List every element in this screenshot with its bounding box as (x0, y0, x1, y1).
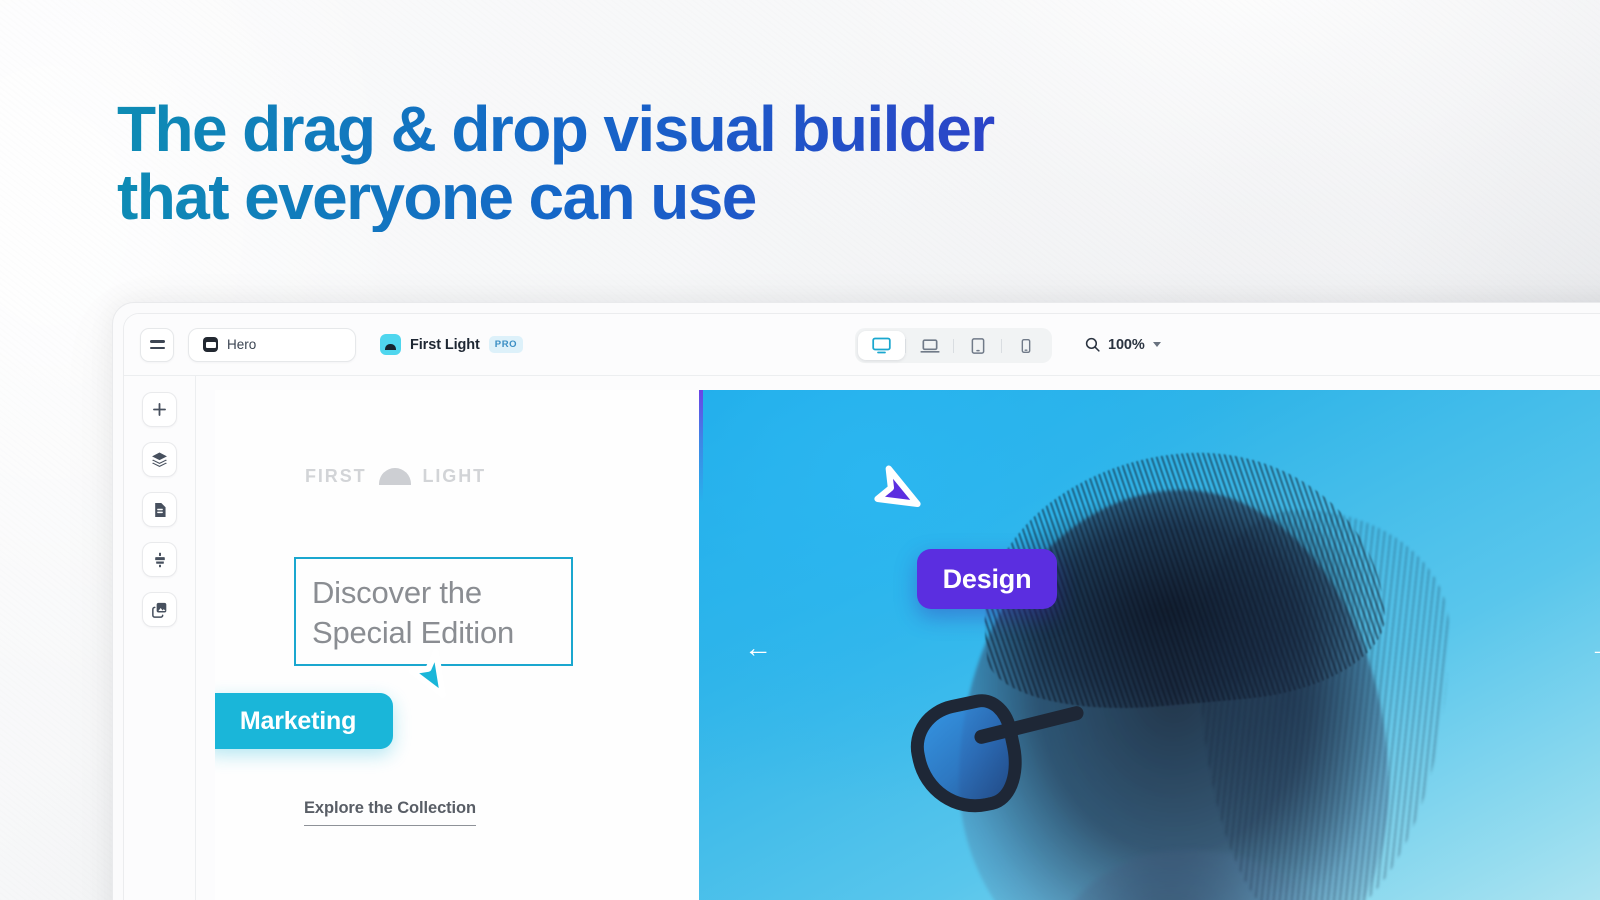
device-desktop-button[interactable] (858, 331, 905, 360)
cursor-purple-icon (874, 465, 921, 508)
slider-next-button[interactable]: → (1589, 634, 1600, 662)
images-icon (152, 602, 167, 618)
device-tablet-button[interactable] (954, 331, 1001, 360)
slider-prev-button[interactable]: ← (744, 634, 772, 662)
first-light-logo-icon (380, 334, 401, 355)
device-laptop-button[interactable] (906, 331, 953, 360)
plus-icon (153, 403, 166, 416)
document-icon (154, 502, 166, 517)
hamburger-icon (149, 340, 165, 349)
left-toolbar (124, 376, 196, 900)
plan-badge: PRO (488, 336, 524, 353)
editor-inner-panel: Hero First Light PRO 100% FIRST LIGHT Di… (123, 313, 1600, 900)
breadcrumb[interactable]: Hero (188, 327, 356, 362)
brand-word-left: FIRST (305, 466, 367, 486)
menu-button[interactable] (140, 327, 174, 362)
dome-icon (378, 468, 411, 485)
collaborator-tag-design: Design (917, 549, 1057, 609)
editor-body: FIRST LIGHT Discover the Special Edition… (124, 376, 1600, 900)
page-section-icon (203, 337, 218, 352)
pages-button[interactable] (142, 492, 177, 527)
editor-window: Hero First Light PRO 100% FIRST LIGHT Di… (112, 302, 1600, 900)
tablet-icon (971, 337, 984, 354)
magnifier-icon (1085, 337, 1100, 352)
laptop-icon (919, 338, 940, 353)
zoom-control[interactable]: 100% (1084, 336, 1161, 353)
project-name: First Light (410, 336, 480, 353)
silhouette-portrait (899, 437, 1459, 900)
project-info[interactable]: First Light PRO (380, 334, 524, 355)
styles-button[interactable] (142, 542, 177, 577)
hero-image: ← → Design (699, 390, 1600, 900)
canvas-text-column: FIRST LIGHT Discover the Special Edition… (215, 390, 699, 900)
add-element-button[interactable] (142, 392, 177, 427)
page-title: The drag & drop visual builder that ever… (117, 95, 1217, 232)
cursor-cyan-icon (408, 648, 446, 699)
site-brand-logo: FIRST LIGHT (305, 466, 486, 487)
media-button[interactable] (142, 592, 177, 627)
layers-icon (152, 452, 167, 468)
silhouette-hair-side (1199, 510, 1449, 900)
mobile-icon (1021, 338, 1030, 353)
layers-button[interactable] (142, 442, 177, 477)
desktop-icon (872, 337, 891, 354)
sunglasses (902, 688, 1086, 828)
design-canvas[interactable]: FIRST LIGHT Discover the Special Edition… (215, 390, 1600, 900)
breadcrumb-label: Hero (227, 337, 257, 352)
editor-toolbar: Hero First Light PRO 100% (124, 314, 1600, 376)
device-mobile-button[interactable] (1002, 331, 1049, 360)
collaborator-tag-marketing: Marketing (215, 693, 393, 749)
device-switcher (855, 328, 1052, 363)
sunglasses-lens (902, 688, 1032, 824)
zoom-value: 100% (1108, 336, 1145, 353)
explore-collection-link[interactable]: Explore the Collection (304, 799, 476, 826)
paintbrush-icon (154, 552, 165, 567)
cursor-cyan (404, 645, 456, 701)
brand-word-right: LIGHT (422, 466, 486, 486)
chevron-down-icon[interactable] (1152, 342, 1161, 347)
cursor-purple (867, 462, 921, 520)
